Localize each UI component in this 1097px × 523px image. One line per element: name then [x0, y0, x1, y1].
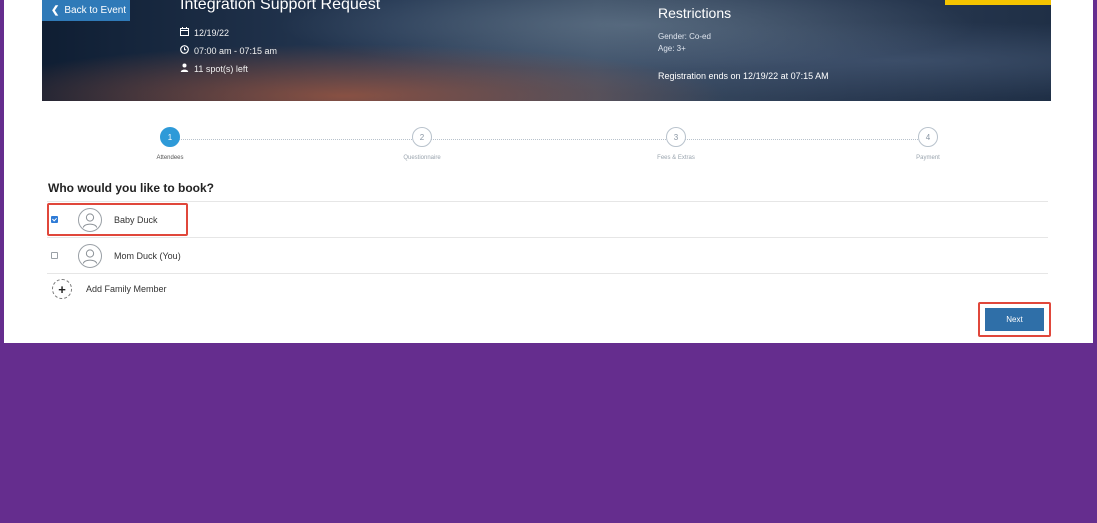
event-spots: 11 spot(s) left	[180, 63, 248, 74]
plus-circle-icon: +	[52, 279, 72, 299]
add-family-member-button[interactable]: + Add Family Member	[52, 279, 167, 299]
step-number: 2	[412, 127, 432, 147]
event-time: 07:00 am - 07:15 am	[180, 45, 277, 56]
step-questionnaire: 2 Questionnaire	[382, 127, 462, 161]
calendar-icon	[180, 27, 189, 38]
step-label: Attendees	[156, 155, 184, 161]
event-title: Integration Support Request	[180, 0, 381, 13]
step-attendees: 1 Attendees	[130, 127, 210, 161]
person-icon	[180, 63, 189, 74]
chevron-left-icon: ❮	[51, 5, 60, 16]
user-avatar-icon	[78, 207, 102, 232]
next-button-highlight: Next	[978, 302, 1051, 337]
back-to-event-label: Back to Event	[64, 5, 127, 16]
step-label: Fees & Extras	[657, 155, 695, 161]
booking-stepper: 1 Attendees 2 Questionnaire 3 Fees & Ext…	[42, 123, 1051, 171]
attendee-row-mom-duck[interactable]: Mom Duck (You)	[47, 237, 1048, 274]
attendee-list: Baby Duck Mom Duck (You)	[47, 201, 1048, 274]
step-fees-extras: 3 Fees & Extras	[636, 127, 716, 161]
step-number: 1	[160, 127, 180, 147]
next-button[interactable]: Next	[985, 308, 1044, 331]
attendee-row-baby-duck[interactable]: Baby Duck	[47, 201, 1048, 237]
add-family-member-label: Add Family Member	[86, 284, 167, 294]
status-tag	[945, 0, 1051, 5]
step-number: 4	[918, 127, 938, 147]
registration-ends: Registration ends on 12/19/22 at 07:15 A…	[658, 71, 829, 81]
attendee-checkbox[interactable]	[51, 252, 58, 259]
step-payment: 4 Payment	[888, 127, 968, 161]
stepper-line	[170, 139, 928, 140]
event-date: 12/19/22	[180, 27, 229, 38]
event-date-text: 12/19/22	[194, 27, 230, 38]
attendee-name: Mom Duck (You)	[114, 250, 181, 261]
event-spots-text: 11 spot(s) left	[194, 63, 248, 74]
event-time-text: 07:00 am - 07:15 am	[194, 45, 278, 56]
back-to-event-button[interactable]: ❮ Back to Event	[42, 0, 130, 21]
step-label: Questionnaire	[403, 155, 441, 161]
user-avatar-icon	[78, 243, 102, 268]
restrictions-title: Restrictions	[658, 5, 732, 21]
booking-question: Who would you like to book?	[48, 181, 214, 195]
age-restriction: Age: 3+	[658, 44, 686, 53]
page-card: ❮ Back to Event Integration Support Requ…	[0, 0, 1097, 343]
attendee-checkbox[interactable]	[51, 216, 58, 223]
clock-icon	[180, 45, 189, 56]
step-number: 3	[666, 127, 686, 147]
step-label: Payment	[916, 155, 940, 161]
gender-restriction: Gender: Co-ed	[658, 32, 711, 41]
event-banner: ❮ Back to Event Integration Support Requ…	[42, 0, 1051, 101]
attendee-name: Baby Duck	[114, 214, 158, 225]
